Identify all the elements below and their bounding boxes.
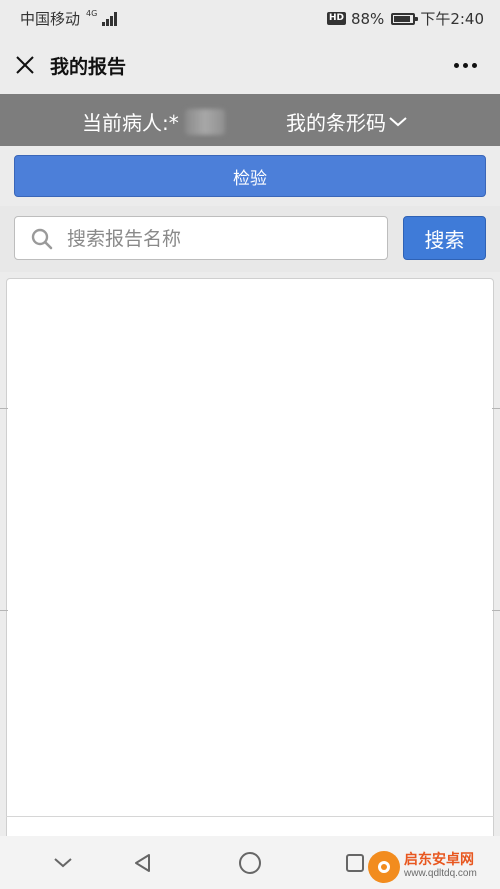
watermark-title: 启东安卓网 [404,852,474,868]
list-divider [6,816,494,817]
signal-icon [102,11,118,26]
scroll-tick [492,408,500,409]
watermark: 启东安卓网 www.qdltdq.com [368,848,496,886]
current-patient-label: 当前病人:* [82,111,179,135]
home-button[interactable] [237,850,263,876]
back-button[interactable] [130,850,156,876]
recents-button[interactable] [342,850,368,876]
patient-bar: 当前病人:* 我的条形码 [0,94,500,146]
more-menu-button[interactable] [448,52,482,78]
status-right: HD 88% 下午2:40 [326,8,484,29]
barcode-label: 我的条形码 [286,111,386,135]
search-icon [31,228,53,250]
battery-level [394,15,411,22]
home-circle-icon [239,852,261,874]
chevron-down-icon [54,858,72,868]
scroll-tick [0,610,8,611]
tab-bar: 检验 [0,146,500,206]
chevron-down-icon [389,116,407,126]
search-button[interactable]: 搜索 [403,216,486,260]
more-dot-icon [453,62,459,68]
tab-lab-test[interactable]: 检验 [14,155,486,197]
hide-nav-button[interactable] [50,850,76,876]
scroll-tick [0,408,8,409]
battery-icon [391,12,419,25]
close-icon [16,56,34,74]
status-left: 中国移动 4G [20,8,118,29]
page-title: 我的报告 [50,56,127,78]
more-dot-icon [462,62,468,68]
search-row: 搜索 [0,206,500,272]
status-bar: 中国移动 4G HD 88% 下午2:40 [0,0,500,36]
carrier-name: 中国移动 [20,10,81,28]
recents-square-icon [346,854,364,872]
close-button[interactable] [12,52,38,78]
clock: 下午2:40 [420,10,484,28]
nav-bar: 我的报告 [0,36,500,94]
watermark-url: www.qdltdq.com [404,868,477,879]
scroll-tick [492,610,500,611]
more-dot-icon [471,62,477,68]
hd-badge: HD [326,12,346,25]
network-type: 4G [86,8,98,18]
back-triangle-icon [135,854,150,872]
watermark-logo-icon [368,851,400,883]
screen: 中国移动 4G HD 88% 下午2:40 我的报告 当前病人:* 我的条形码 … [0,0,500,889]
search-box[interactable] [14,216,388,261]
battery-percent: 88% [350,9,385,28]
current-patient[interactable]: 当前病人:* [82,107,225,136]
watermark-text: 启东安卓网 www.qdltdq.com [404,853,477,881]
report-list[interactable] [6,278,494,858]
patient-name-mask [184,108,225,135]
search-input[interactable] [65,217,385,261]
barcode-selector[interactable]: 我的条形码 [286,107,408,136]
